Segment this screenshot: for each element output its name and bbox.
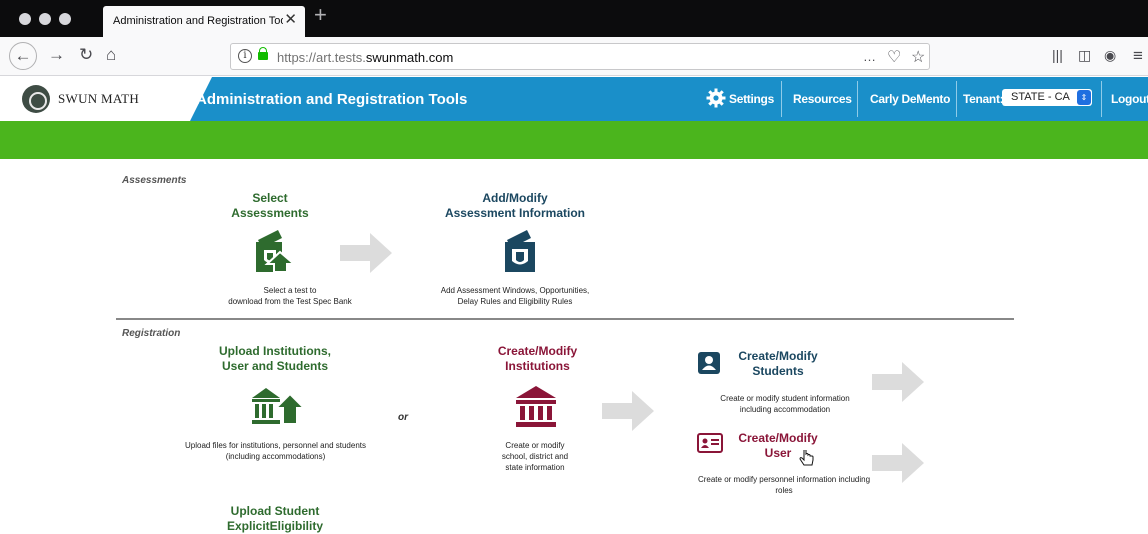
- upload-student-eligibility-title[interactable]: Upload Student ExplicitEligibility: [200, 504, 350, 534]
- header-divider: [1101, 81, 1102, 117]
- desc-line: Add Assessment Windows, Opportunities,: [440, 286, 590, 295]
- desc-line: Delay Rules and Eligibility Rules: [457, 297, 573, 306]
- desc-line: Select a test to: [263, 286, 317, 295]
- gear-icon[interactable]: [706, 88, 726, 108]
- desc-line: Create or modify student information: [720, 394, 850, 403]
- header-divider: [956, 81, 957, 117]
- browser-tab-bar: Administration and Registration Too ✕ +: [0, 0, 1148, 37]
- bookmark-star-icon[interactable]: ☆: [911, 47, 925, 67]
- logo-text: SWUN MATH: [58, 91, 140, 106]
- url-text: https://art.tests.swunmath.com: [277, 50, 454, 65]
- close-tab-icon[interactable]: ✕: [284, 12, 297, 27]
- student-icon[interactable]: [698, 352, 720, 374]
- assessments-section-label: Assessments: [122, 175, 187, 186]
- title-line: Assessment Information: [444, 206, 586, 220]
- desc-line: Create or modify personnel information i…: [697, 475, 871, 484]
- maximize-window-icon[interactable]: [59, 13, 71, 25]
- reload-icon[interactable]: ↻: [79, 46, 93, 63]
- close-window-icon[interactable]: [19, 13, 31, 25]
- desc-line: school, district and: [501, 452, 569, 461]
- desc-line: roles: [775, 486, 793, 495]
- title-line: Students: [752, 364, 804, 378]
- green-banner: [0, 121, 1148, 159]
- header-divider: [857, 81, 858, 117]
- browser-nav-bar: ← → ↻ ⌂ i https://art.tests.swunmath.com…: [0, 37, 1148, 76]
- desc-line: (including accommodations): [225, 452, 326, 461]
- new-tab-icon[interactable]: +: [314, 4, 327, 26]
- title-line: Upload Student: [230, 504, 320, 518]
- arrow-right-icon: [602, 391, 654, 431]
- user-card-icon[interactable]: [697, 433, 723, 453]
- library-icon[interactable]: |||: [1052, 48, 1063, 62]
- arrow-right-icon: [872, 443, 924, 483]
- tenant-select[interactable]: STATE - CA ⇕: [1002, 89, 1092, 106]
- back-icon[interactable]: ←: [9, 42, 37, 70]
- title-line: Add/Modify: [482, 191, 548, 205]
- desc-line: Create or modify: [505, 441, 565, 450]
- menu-icon[interactable]: ≡: [1133, 47, 1143, 64]
- header-divider: [781, 81, 782, 117]
- create-modify-students-desc: Create or modify student information inc…: [695, 393, 875, 415]
- assessment-info-icon[interactable]: [503, 228, 537, 274]
- create-modify-user-desc: Create or modify personnel information i…: [678, 474, 890, 496]
- account-icon[interactable]: ◉: [1104, 48, 1116, 62]
- add-modify-assessment-desc: Add Assessment Windows, Opportunities, D…: [410, 285, 620, 307]
- page-actions-icon[interactable]: …: [863, 49, 876, 64]
- browser-tab[interactable]: Administration and Registration Too ✕: [103, 6, 305, 37]
- desc-line: download from the Test Spec Bank: [228, 297, 352, 306]
- settings-link[interactable]: Settings: [729, 92, 774, 106]
- logo[interactable]: SWUN MATH: [0, 77, 212, 121]
- tenant-label: Tenant:: [963, 92, 1004, 106]
- sidebar-icon[interactable]: ◫: [1078, 48, 1091, 62]
- create-modify-institutions-desc: Create or modify school, district and st…: [480, 440, 590, 473]
- create-modify-institutions-title[interactable]: Create/Modify Institutions: [475, 344, 600, 374]
- section-divider: [116, 318, 1014, 320]
- arrow-right-icon: [340, 233, 392, 273]
- logout-link[interactable]: Logout: [1111, 92, 1148, 106]
- create-modify-user-title[interactable]: Create/Modify User: [722, 431, 834, 461]
- title-line: Create/Modify: [497, 344, 578, 358]
- app-header: SWUN MATH Administration and Registratio…: [0, 77, 1148, 121]
- institution-icon[interactable]: [516, 386, 556, 428]
- upload-institutions-title[interactable]: Upload Institutions, User and Students: [195, 344, 355, 374]
- upload-institutions-desc: Upload files for institutions, personnel…: [168, 440, 383, 462]
- home-icon[interactable]: ⌂: [106, 46, 116, 63]
- title-line: Assessments: [231, 206, 309, 220]
- info-icon[interactable]: i: [238, 49, 252, 63]
- pocket-icon[interactable]: ♡: [887, 47, 901, 67]
- desc-line: including accommodation: [739, 405, 831, 414]
- or-label: or: [398, 412, 408, 423]
- add-modify-assessment-title[interactable]: Add/Modify Assessment Information: [420, 191, 610, 221]
- desc-line: state information: [505, 463, 565, 472]
- select-assessments-title[interactable]: Select Assessments: [205, 191, 335, 221]
- upload-institution-icon[interactable]: [250, 386, 304, 426]
- registration-section-label: Registration: [122, 328, 181, 339]
- lock-icon[interactable]: [258, 47, 268, 60]
- desc-line: Upload files for institutions, personnel…: [185, 441, 366, 450]
- title-line: Institutions: [505, 359, 570, 373]
- arrow-right-icon: [872, 362, 924, 402]
- title-line: User and Students: [221, 359, 329, 373]
- title-line: Create/Modify: [738, 431, 818, 445]
- select-caret-icon: ⇕: [1077, 90, 1091, 105]
- tab-title: Administration and Registration Too: [113, 15, 283, 27]
- title-line: Upload Institutions,: [219, 344, 331, 358]
- title-line: ExplicitEligibility: [226, 519, 324, 533]
- select-assessments-desc: Select a test to download from the Test …: [215, 285, 365, 307]
- minimize-window-icon[interactable]: [39, 13, 51, 25]
- swun-logo-icon: [22, 85, 50, 113]
- url-bar[interactable]: i https://art.tests.swunmath.com … ♡ ☆: [230, 43, 930, 70]
- forward-icon[interactable]: →: [48, 46, 65, 63]
- app-title: Administration and Registration Tools: [196, 91, 468, 108]
- user-name-link[interactable]: Carly DeMento: [870, 92, 950, 106]
- title-line: Select: [252, 191, 288, 205]
- resources-link[interactable]: Resources: [793, 92, 852, 106]
- create-modify-students-title[interactable]: Create/Modify Students: [722, 349, 834, 379]
- title-line: User: [764, 446, 792, 460]
- tenant-select-value: STATE - CA: [1011, 91, 1070, 103]
- hand-cursor-icon: [799, 450, 814, 466]
- download-test-icon[interactable]: [252, 228, 296, 274]
- title-line: Create/Modify: [738, 349, 818, 363]
